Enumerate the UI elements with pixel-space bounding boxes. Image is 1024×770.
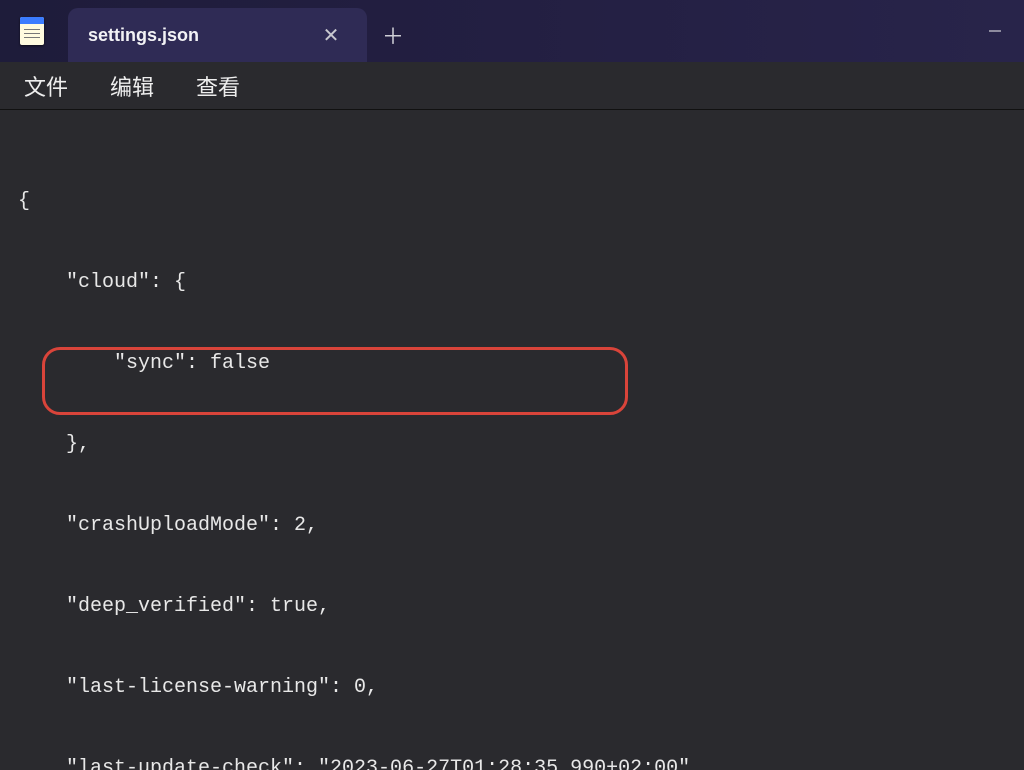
tab-active[interactable]: settings.json ✕ <box>68 8 367 62</box>
text-editor[interactable]: { "cloud": { "sync": false }, "crashUplo… <box>0 110 1024 770</box>
menu-view[interactable]: 查看 <box>196 70 240 102</box>
close-icon: ✕ <box>323 23 340 48</box>
tab-title: settings.json <box>88 25 199 46</box>
titlebar: settings.json ✕ ＋ <box>0 0 1024 62</box>
code-line: "deep_verified": true, <box>18 593 1006 620</box>
close-tab-button[interactable]: ✕ <box>319 23 343 47</box>
app-icon-wrap <box>0 0 64 62</box>
code-line: { <box>18 188 1006 215</box>
menu-edit[interactable]: 编辑 <box>110 70 154 102</box>
new-tab-button[interactable]: ＋ <box>367 8 419 62</box>
code-line: "last-license-warning": 0, <box>18 674 1006 701</box>
menu-file[interactable]: 文件 <box>24 70 68 102</box>
minimize-button[interactable] <box>966 0 1024 62</box>
code-line: "crashUploadMode": 2, <box>18 512 1006 539</box>
plus-icon: ＋ <box>382 19 404 51</box>
code-line: }, <box>18 431 1006 458</box>
notepad-icon <box>20 17 44 45</box>
titlebar-drag-region[interactable] <box>419 0 966 62</box>
code-line: "sync": false <box>18 350 1006 377</box>
menubar: 文件 编辑 查看 <box>0 62 1024 110</box>
code-line: "cloud": { <box>18 269 1006 296</box>
minimize-icon <box>988 24 1002 38</box>
code-line: "last-update-check": "2023-06-27T01:28:3… <box>18 755 1006 770</box>
